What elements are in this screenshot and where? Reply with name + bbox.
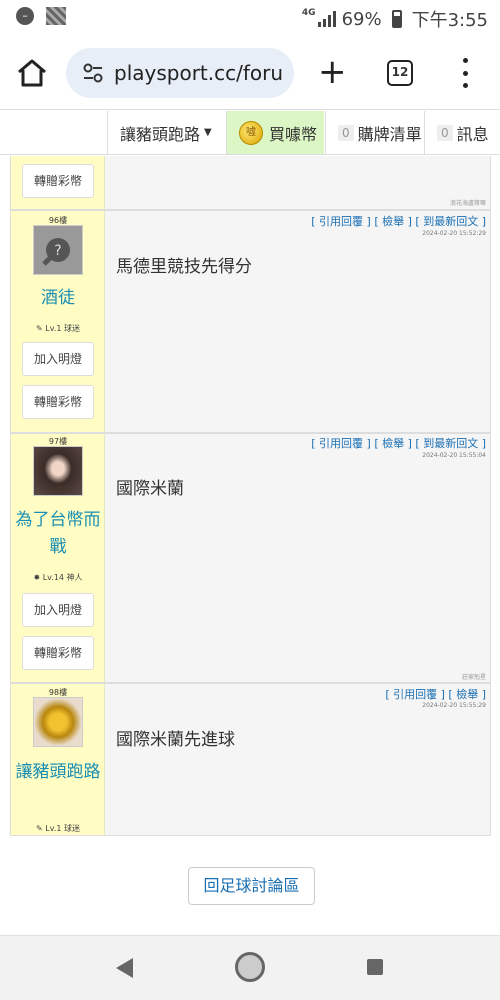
tab-switcher-button[interactable]: 12 (387, 60, 413, 86)
post-actions[interactable]: [ 引用回覆 ] [ 檢舉 ] [ 到最新回文 ] (311, 213, 486, 229)
post-timestamp: 2024-02-20 15:55:04 (422, 452, 486, 459)
battery-percent: 69% (341, 8, 382, 30)
message-count-badge: 0 (437, 124, 453, 141)
site-nav: 讓豬頭跑路 ▼ 噓 買噱幣 0 購牌清單 0 訊息 (0, 111, 500, 155)
post-timestamp: 2024-02-20 15:55:29 (422, 702, 486, 709)
home-circle-icon[interactable] (235, 952, 265, 982)
network-type: 4G (301, 8, 316, 18)
user-level: ✸ Lv.14 神人 (33, 573, 83, 582)
messages-label: 訊息 (456, 124, 489, 144)
back-to-forum-button[interactable]: 回足球討論區 (188, 867, 315, 905)
avatar[interactable] (33, 697, 83, 747)
site-settings-icon[interactable] (82, 62, 104, 84)
cart-count-badge: 0 (338, 124, 354, 141)
follow-button[interactable]: 加入明燈 (22, 342, 94, 376)
caret-down-icon: ▼ (204, 127, 212, 138)
avatar[interactable] (33, 446, 83, 496)
status-bar: – 4G 69% 下午3:55 (0, 0, 500, 36)
back-icon[interactable] (116, 958, 133, 978)
cart-link[interactable]: 0 購牌清單 (325, 111, 423, 154)
url-text: playsport.cc/foru (114, 61, 284, 85)
image-notification-icon (46, 7, 66, 25)
post-content: 國際米蘭 (116, 479, 184, 499)
svg-text:?: ? (54, 243, 61, 259)
gift-coins-button[interactable]: 轉贈彩幣 (22, 164, 94, 198)
battery-icon (391, 10, 402, 28)
username-link[interactable]: 為了台幣而戰 (11, 507, 105, 561)
post-actions[interactable]: [ 引用回覆 ] [ 檢舉 ] [ 到最新回文 ] (311, 435, 486, 451)
coin-icon: 噓 (239, 120, 263, 145)
post-content: 馬德里競技先得分 (116, 257, 252, 277)
new-tab-icon[interactable]: + (318, 55, 347, 89)
avatar[interactable]: ? (33, 225, 83, 275)
forum-thread: 轉贈彩幣 浪花海盧蒋嘛 96樓 ? 酒徒 ✎ Lv.1 球迷 加入明燈 轉贈彩幣… (10, 156, 491, 836)
buy-coins-link[interactable]: 噓 買噱幣 (226, 111, 324, 154)
username-link[interactable]: 酒徒 (11, 285, 105, 312)
overflow-menu-icon[interactable] (460, 58, 470, 88)
buy-coins-label: 買噱幣 (269, 124, 318, 144)
clock: 下午3:55 (411, 10, 488, 31)
user-level: ✎ Lv.1 球迷 (36, 824, 80, 833)
address-bar[interactable]: playsport.cc/foru (66, 48, 294, 98)
user-level: ✎ Lv.1 球迷 (36, 324, 80, 333)
username-link[interactable]: 讓豬頭跑路 (11, 759, 105, 786)
user-menu-label: 讓豬頭跑路 (120, 124, 201, 144)
post-actions[interactable]: [ 引用回覆 ] [ 檢舉 ] (385, 686, 486, 702)
app-notification-icon: – (16, 7, 34, 25)
browser-toolbar: playsport.cc/foru + 12 (0, 36, 500, 110)
default-avatar-icon: ? (42, 238, 70, 266)
user-menu[interactable]: 讓豬頭跑路 ▼ (107, 111, 225, 154)
post-signature: 莊家剋星 (461, 674, 486, 681)
home-icon[interactable] (16, 58, 48, 88)
gift-coins-button[interactable]: 轉贈彩幣 (22, 636, 94, 670)
post-signature: 浪花海盧蒋嘛 (449, 200, 486, 207)
post-content: 國際米蘭先進球 (116, 730, 235, 750)
gift-coins-button[interactable]: 轉贈彩幣 (22, 385, 94, 419)
system-nav-bar (0, 935, 500, 1000)
follow-button[interactable]: 加入明燈 (22, 593, 94, 627)
post-timestamp: 2024-02-20 15:52:29 (422, 230, 486, 237)
signal-icon (317, 11, 336, 27)
recent-apps-icon[interactable] (367, 959, 383, 975)
messages-link[interactable]: 0 訊息 (424, 111, 500, 154)
cart-label: 購牌清單 (357, 124, 422, 144)
